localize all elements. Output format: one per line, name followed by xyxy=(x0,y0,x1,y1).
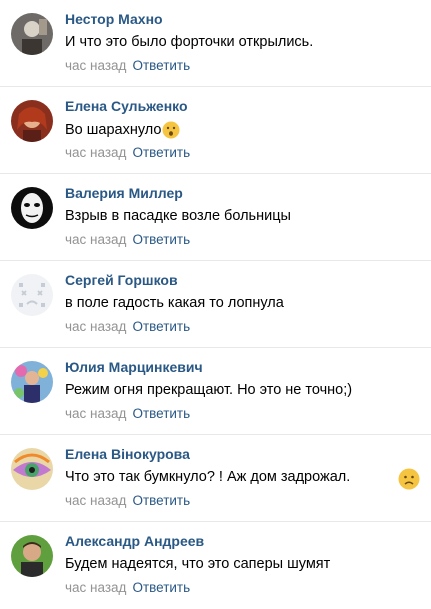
comment-text-content: Будем надеятся, что это саперы шумят xyxy=(65,556,331,572)
comment-text: Будем надеятся, что это саперы шумят xyxy=(65,556,330,572)
avatar[interactable] xyxy=(11,13,53,55)
comment-item: Нестор Махно И что это было форточки отк… xyxy=(0,0,431,87)
comment-text-content: Во шарахнуло xyxy=(65,122,162,138)
author-name[interactable]: Юлия Марцинкевич xyxy=(65,359,203,375)
author-name[interactable]: Сергей Горшков xyxy=(65,272,178,288)
comment-meta: час назад Ответить xyxy=(65,580,190,595)
timestamp[interactable]: час назад xyxy=(65,406,126,421)
comment-text: И что это было форточки открылись. xyxy=(65,34,313,50)
comment-meta: час назад Ответить xyxy=(65,319,190,334)
reply-button[interactable]: Ответить xyxy=(132,406,190,421)
timestamp[interactable]: час назад xyxy=(65,232,126,247)
author-name[interactable]: Елена Вiнокурова xyxy=(65,446,190,462)
comments-list: Нестор Махно И что это было форточки отк… xyxy=(0,0,431,600)
comment-meta: час назад Ответить xyxy=(65,406,190,421)
reply-button[interactable]: Ответить xyxy=(132,580,190,595)
avatar[interactable] xyxy=(11,274,53,316)
comment-text-content: Режим огня прекращают. Но это не точно;) xyxy=(65,382,353,398)
avatar[interactable] xyxy=(11,535,53,577)
reply-button[interactable]: Ответить xyxy=(132,493,190,508)
comment-text: в поле гадость какая то лопнула xyxy=(65,295,284,311)
reply-button[interactable]: Ответить xyxy=(132,145,190,160)
comment-text-content: И что это было форточки открылись. xyxy=(65,34,314,50)
avatar[interactable] xyxy=(11,448,53,490)
astonished-emoji-icon xyxy=(162,121,180,139)
comment-text-content: Взрыв в пасадке возле больницы xyxy=(65,208,291,224)
comment-meta: час назад Ответить xyxy=(65,493,190,508)
avatar[interactable] xyxy=(11,100,53,142)
author-name[interactable]: Валерия Миллер xyxy=(65,185,183,201)
timestamp[interactable]: час назад xyxy=(65,580,126,595)
timestamp[interactable]: час назад xyxy=(65,145,126,160)
comment-meta: час назад Ответить xyxy=(65,145,190,160)
frowning-emoji-icon xyxy=(398,468,420,490)
reply-button[interactable]: Ответить xyxy=(132,319,190,334)
avatar[interactable] xyxy=(11,361,53,403)
comment-text: Взрыв в пасадке возле больницы xyxy=(65,208,291,224)
author-name[interactable]: Елена Сульженко xyxy=(65,98,188,114)
comment-text-content: в поле гадость какая то лопнула xyxy=(65,295,284,311)
timestamp[interactable]: час назад xyxy=(65,319,126,334)
comment-meta: час назад Ответить xyxy=(65,58,190,73)
avatar[interactable] xyxy=(11,187,53,229)
comment-item: Елена Вiнокурова Что это так бумкнуло? !… xyxy=(0,435,431,522)
comment-item: Елена Сульженко Во шарахнуло час назад От… xyxy=(0,87,431,174)
comment-meta: час назад Ответить xyxy=(65,232,190,247)
comment-item: Валерия Миллер Взрыв в пасадке возле бол… xyxy=(0,174,431,261)
comment-item: Юлия Марцинкевич Режим огня прекращают. … xyxy=(0,348,431,435)
comment-text: Что это так бумкнуло? ! Аж дом задрожал. xyxy=(65,469,350,485)
reply-button[interactable]: Ответить xyxy=(132,232,190,247)
timestamp[interactable]: час назад xyxy=(65,493,126,508)
comment-text-content: Что это так бумкнуло? ! Аж дом задрожал. xyxy=(65,469,351,485)
timestamp[interactable]: час назад xyxy=(65,58,126,73)
author-name[interactable]: Нестор Махно xyxy=(65,11,163,27)
comment-item: Александр Андреев Будем надеятся, что эт… xyxy=(0,522,431,609)
reply-button[interactable]: Ответить xyxy=(132,58,190,73)
author-name[interactable]: Александр Андреев xyxy=(65,533,204,549)
comment-text: Режим огня прекращают. Но это не точно;) xyxy=(65,382,352,398)
comment-item: Сергей Горшков в поле гадость какая то л… xyxy=(0,261,431,348)
comment-text: Во шарахнуло xyxy=(65,121,180,139)
